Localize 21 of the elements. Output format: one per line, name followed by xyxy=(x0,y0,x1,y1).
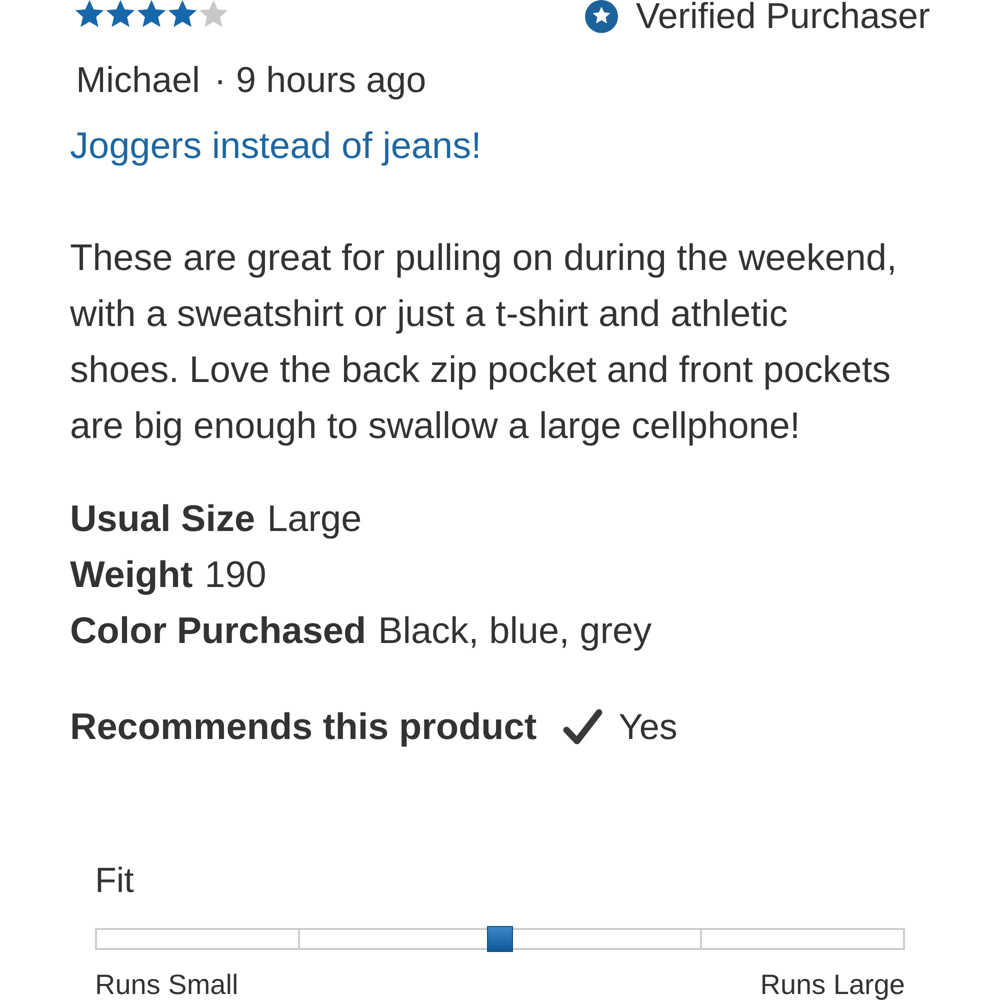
detail-label: Weight xyxy=(70,553,193,597)
detail-value: Black, blue, grey xyxy=(378,609,652,653)
star-icon xyxy=(106,0,135,27)
star-icon xyxy=(199,0,228,27)
detail-label: Color Purchased xyxy=(70,609,366,653)
recommend-label: Recommends this product xyxy=(70,706,537,748)
review-text: These are great for pulling on during the weekend, with a sweatshirt or just a t-shirt and athletic shoes. Love the back zip pocket and front pockets are big enough to swallow a large cellphone! xyxy=(70,236,898,448)
fit-label: Fit xyxy=(95,861,135,901)
recommend-answer: Yes xyxy=(618,706,678,748)
author-name: Michael xyxy=(76,60,200,100)
verified-label: Verified Purchaser xyxy=(636,0,930,34)
star-icon xyxy=(137,0,166,27)
detail-value: Large xyxy=(267,497,362,541)
scale-min-label: Runs Small xyxy=(95,971,238,999)
scale-max-label: Runs Large xyxy=(760,971,905,999)
star-icon xyxy=(75,0,104,27)
post-time: · 9 hours ago xyxy=(214,60,426,100)
review-title: Joggers instead of jeans! xyxy=(70,126,482,166)
detail-value: 190 xyxy=(204,553,266,597)
star-icon xyxy=(168,0,197,27)
detail-label: Usual Size xyxy=(70,497,256,541)
